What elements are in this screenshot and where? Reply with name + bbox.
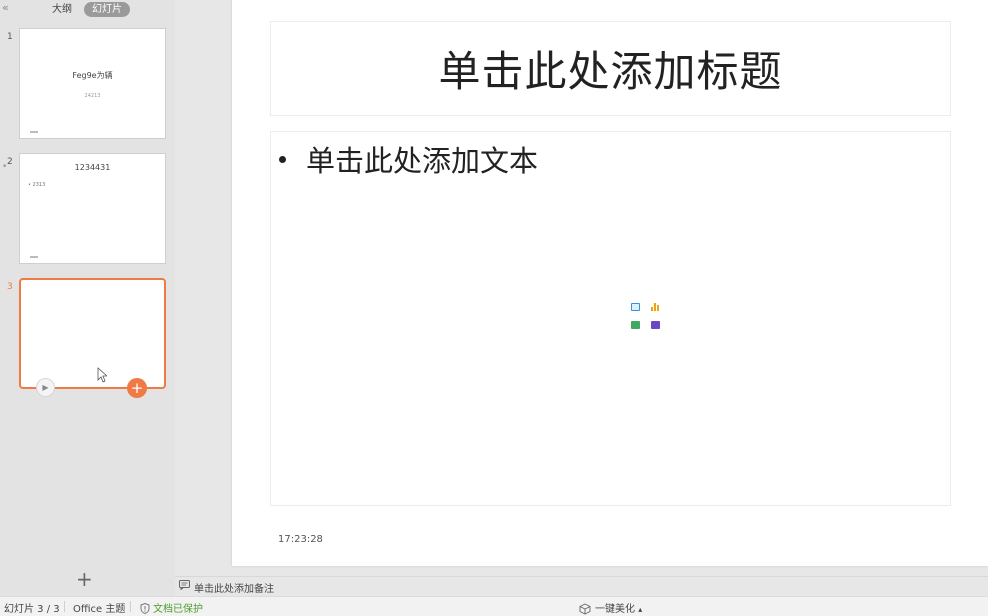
beautify-caret-icon: ▴	[638, 605, 643, 614]
title-placeholder[interactable]: 单击此处添加标题	[270, 21, 951, 116]
status-bar: 幻灯片 3 / 3 Office 主题 文档已保护 一键美化 ▴	[0, 596, 988, 616]
tab-slides[interactable]: 幻灯片	[84, 2, 130, 17]
one-click-beautify-button[interactable]: 一键美化 ▴	[579, 600, 642, 615]
tab-outline[interactable]: 大纲	[44, 2, 80, 17]
add-slide-button[interactable]: +	[76, 569, 93, 589]
view-tabs: 大纲 幻灯片	[44, 2, 130, 18]
collapse-panel-icon[interactable]: «	[2, 1, 9, 14]
slide-counter: 幻灯片 3 / 3	[4, 604, 60, 615]
slide-number: 1	[7, 32, 13, 42]
slide-number: 2	[7, 157, 13, 167]
mouse-cursor-icon	[97, 367, 107, 383]
slide-canvas: 单击此处添加标题 单击此处添加文本 17:23:28	[232, 0, 988, 566]
slide-number: 3	[7, 282, 13, 292]
content-text: 单击此处添加文本	[306, 144, 539, 178]
protection-label: 文档已保护	[153, 604, 203, 615]
add-slide-after-button[interactable]: +	[127, 378, 147, 398]
thumbnail-footer	[30, 256, 38, 258]
table-icon[interactable]	[631, 321, 640, 329]
thumbnail-title: Feg9e为辆	[72, 71, 113, 80]
document-protection-status[interactable]: 文档已保护	[140, 600, 203, 615]
shield-icon	[140, 603, 150, 614]
thumbnail-title: 1234431	[74, 163, 111, 172]
notes-placeholder: 单击此处添加备注	[194, 584, 274, 595]
status-divider	[64, 601, 65, 612]
slide-date-time: 17:23:28	[278, 534, 323, 545]
thumbnail-bullet: • 2313	[28, 182, 46, 188]
thumbnail-subtitle: 24213	[84, 93, 101, 99]
slide-thumbnail-1[interactable]: Feg9e为辆 24213	[19, 28, 166, 139]
slide-thumbnail-2[interactable]: 1234431 • 2313	[19, 153, 166, 264]
picture-icon[interactable]	[631, 303, 640, 311]
content-placeholder[interactable]: 单击此处添加文本	[270, 131, 951, 506]
chart-icon[interactable]	[651, 303, 660, 311]
cube-icon	[579, 603, 591, 615]
slide-title-text: 单击此处添加标题	[438, 47, 783, 96]
beautify-label: 一键美化	[595, 604, 635, 615]
thumbnail-footer	[30, 131, 38, 133]
notes-icon	[179, 580, 190, 590]
content-bullet: 单击此处添加文本	[279, 138, 538, 180]
insert-object-grid	[631, 303, 661, 329]
play-slide-button[interactable]: ▶	[36, 378, 55, 397]
bullet-icon	[279, 155, 286, 163]
presentation-app: « 大纲 幻灯片 1 Feg9e为辆 24213 * 2 1234431 • 2…	[0, 0, 988, 616]
notes-area[interactable]: 单击此处添加备注	[175, 576, 988, 596]
slide-panel: « 大纲 幻灯片 1 Feg9e为辆 24213 * 2 1234431 • 2…	[0, 0, 175, 596]
status-divider	[130, 601, 131, 612]
slide-thumbnail-3[interactable]	[19, 278, 166, 389]
media-icon[interactable]	[651, 321, 660, 329]
slide-animation-mark: *	[3, 163, 7, 171]
theme-name[interactable]: Office 主题	[73, 600, 125, 615]
